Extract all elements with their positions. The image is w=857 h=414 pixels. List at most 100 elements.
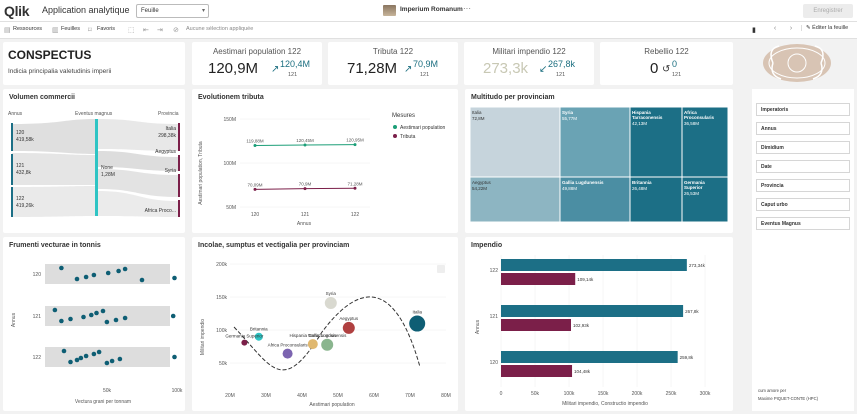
clear-selections-icon[interactable]: ⊘ xyxy=(173,26,179,34)
data-point xyxy=(91,351,97,357)
more-options-icon[interactable]: ··· xyxy=(463,4,471,13)
edit-sheet-button[interactable]: ✎ Éditer la feuille xyxy=(801,25,848,31)
bar-label: 104,48k xyxy=(574,369,591,374)
bar-label: 267,8k xyxy=(685,309,699,314)
save-button[interactable]: Enregistrer xyxy=(803,4,853,18)
treemap-chart: Italia72,8MSyria55,77MHispaniaTarraconen… xyxy=(469,106,729,223)
kpi-rebellio[interactable]: Rebellio 122 0 ↺ 0 121 xyxy=(600,42,733,85)
dotplot-panel[interactable]: Frumenti vecturae in tonnis Annus Vectur… xyxy=(3,237,185,411)
treemap-value: 36,58M xyxy=(684,121,699,126)
barchart-panel[interactable]: Impendio Annus Militari impendio, Constr… xyxy=(465,237,733,411)
y-tick-label: 100M xyxy=(223,161,236,167)
sheets-button[interactable]: Feuilles xyxy=(61,26,80,32)
x-tick-label: 80M xyxy=(441,393,451,399)
selection-tool-icon[interactable]: ⬚ xyxy=(128,26,135,34)
dotplot-chart: Annus Vectura grani per tonnam 120 121 122… xyxy=(11,264,183,405)
data-point xyxy=(59,318,64,324)
treemap-label: Britannia xyxy=(632,180,652,185)
y-axis-label: Annus xyxy=(11,312,17,327)
filter-pane-item[interactable]: Caput urbo xyxy=(756,198,850,211)
data-point xyxy=(61,348,67,354)
kpi-title: Aestimari population 122 xyxy=(212,47,302,56)
kpi-tributa[interactable]: Tributa 122 71,28M ↗ 70,9M 121 xyxy=(328,42,458,85)
header-panel: CONSPECTUS Indicia principalia valetudin… xyxy=(3,42,185,85)
bubble-point xyxy=(409,315,426,332)
x-tick-label: 250k xyxy=(666,391,677,397)
back-step-icon[interactable]: ⇤ xyxy=(143,26,149,34)
filter-pane-item[interactable]: Dimidium xyxy=(756,141,850,154)
legend-title: Mesures xyxy=(392,113,415,119)
bar-label: 109,14k xyxy=(577,277,594,282)
x-tick-label: 100k xyxy=(172,388,183,394)
data-point xyxy=(94,310,99,316)
kpi-compare-year: 121 xyxy=(556,72,566,78)
filter-pane-item[interactable]: Provincia xyxy=(756,179,850,192)
no-selection-text: Aucune sélection appliquée xyxy=(186,26,254,32)
filter-pane-item[interactable]: Imperatoris xyxy=(756,103,850,116)
data-label: 71,28M xyxy=(347,181,362,186)
sankey-node xyxy=(178,155,180,171)
data-label: 119,88M xyxy=(246,139,263,144)
previous-sheet-icon[interactable]: ‹ xyxy=(770,25,780,35)
treemap-panel[interactable]: Multitudo per provinciam Italia 72,8M Syri… xyxy=(465,89,733,233)
x-axis-label: Militari impendio, Constructio impendio xyxy=(562,401,648,407)
sankey-label: 122 xyxy=(16,196,25,202)
data-point xyxy=(100,308,106,314)
sankey-label: Italia xyxy=(165,126,176,132)
bar xyxy=(501,319,571,331)
bar xyxy=(501,273,576,285)
filter-pane-item[interactable]: Annus xyxy=(756,122,850,135)
sankey-col-header: Provincia xyxy=(158,111,179,117)
y-tick-label: 50M xyxy=(226,205,236,211)
sankey-panel[interactable]: Volumen commercii Annus Eventus magnus P… xyxy=(3,89,185,233)
resources-icon: ▤ xyxy=(4,27,11,34)
data-label: 70,9M xyxy=(299,182,312,187)
forward-step-icon[interactable]: ⇥ xyxy=(157,26,163,34)
filter-sidebar xyxy=(752,89,854,411)
kpi-compare-year: 121 xyxy=(288,72,298,78)
treemap-label: Aegyptus xyxy=(472,180,492,185)
treemap-value: 72,8M xyxy=(472,116,485,121)
data-point xyxy=(170,313,176,319)
sheet-selector[interactable]: Feuille ▾ xyxy=(136,4,209,18)
bar-label: 273,34k xyxy=(689,263,706,268)
data-point xyxy=(59,265,64,271)
filter-pane-item[interactable]: Date xyxy=(756,160,850,173)
kpi-value: 71,28M xyxy=(347,60,398,77)
bubble-panel[interactable]: Incolae, sumptus et vectigalia per provi… xyxy=(192,237,458,411)
kpi-population[interactable]: Aestimari population 122 120,9M ↗ 120,4M… xyxy=(192,42,322,85)
favorites-button[interactable]: Favoris xyxy=(97,26,115,32)
bubble-label: Gallia Lugdunensis xyxy=(308,333,347,338)
sheet-title: Imperium Romanum xyxy=(400,6,463,13)
next-sheet-icon[interactable]: › xyxy=(786,25,796,35)
page-title: CONSPECTUS xyxy=(8,48,92,62)
data-point xyxy=(89,312,94,318)
data-point xyxy=(303,187,307,191)
treemap-label: Superior xyxy=(684,185,703,190)
resources-button[interactable]: Ressources xyxy=(13,26,42,32)
bar-chart: Annus Militari impendio, Constructio imp… xyxy=(475,255,711,407)
kpi-compare-year: 121 xyxy=(420,72,430,78)
x-tick-label: 200k xyxy=(632,391,643,397)
bubble-label: Germania Superior xyxy=(225,334,264,339)
bubble-point xyxy=(307,339,318,350)
treemap-label: Tarraconensis xyxy=(632,115,663,120)
expand-icon[interactable] xyxy=(437,265,445,273)
bar-label: 102,93k xyxy=(573,323,590,328)
sankey-node xyxy=(11,154,13,185)
insights-icon[interactable]: ▮ xyxy=(752,26,756,34)
kpi-militari[interactable]: Militari impendio 122 273,3k ↙ 267,8k 12… xyxy=(464,42,594,85)
bubble-chart: Militari impendio Aestimari population 2… xyxy=(200,262,451,408)
sankey-value: 419,26k xyxy=(16,203,34,209)
footer-author: Maxime PIQUET-CONTE (HPC) xyxy=(758,396,819,401)
treemap-value: 42,13M xyxy=(632,121,647,126)
filter-pane-item[interactable]: Eventus Magnus xyxy=(756,217,850,230)
data-point xyxy=(109,358,115,364)
sankey-node xyxy=(178,123,180,151)
kpi-value: 273,3k xyxy=(483,60,529,77)
qlik-logo[interactable]: Qlik xyxy=(4,3,30,19)
kpi-compare-value: 267,8k xyxy=(548,59,576,69)
line-chart-panel[interactable]: Evolutionem tributa Aestimari population… xyxy=(192,89,458,233)
data-point xyxy=(68,316,73,322)
treemap-label: Italia xyxy=(472,110,482,115)
